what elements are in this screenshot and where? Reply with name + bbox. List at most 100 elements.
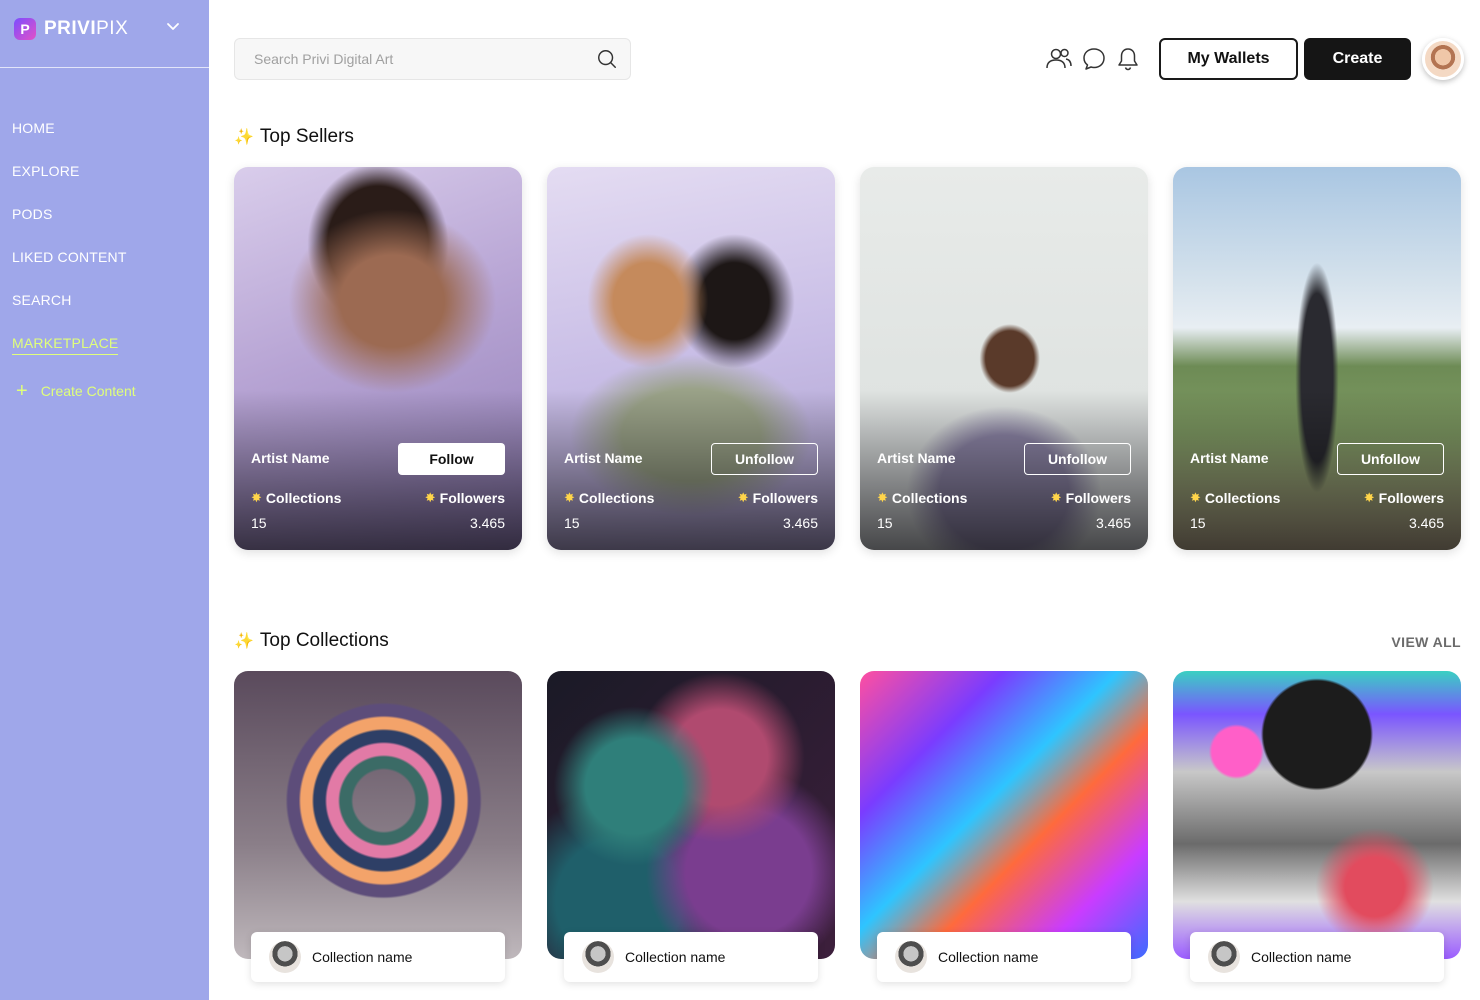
nav-item-search[interactable]: SEARCH [12,290,127,333]
collection-label[interactable]: Collection name [251,932,505,982]
artist-name[interactable]: Artist Name [564,450,643,466]
creator-avatar [1208,941,1240,973]
collections-label: ✸ Collections [877,490,967,506]
artist-name[interactable]: Artist Name [1190,450,1269,466]
seller-card[interactable]: Artist Name Unfollow ✸ Collections ✸ Follo… [860,167,1148,550]
creator-avatar [269,941,301,973]
star-icon: ✸ [251,490,262,505]
collections-label-text: Collections [1204,490,1281,506]
followers-label: ✸ Followers [738,490,818,506]
section-title-text: Top Sellers [259,126,354,147]
followers-count: 3.465 [782,515,818,531]
star-icon: ✸ [1363,490,1375,505]
collection-card-image[interactable] [547,671,835,959]
top-sellers-title: ✨ Top Sellers [234,126,354,148]
seller-card[interactable]: Artist Name Unfollow ✸ Collections ✸ Follo… [547,167,835,550]
collection-name: Collection name [1251,949,1352,965]
people-icon[interactable] [1045,46,1073,72]
search-bar [234,38,631,80]
collections-count: 15 [877,515,893,531]
followers-count: 3.465 [1095,515,1131,531]
seller-card[interactable]: Artist Name Unfollow ✸ Collections ✸ Follo… [1173,167,1461,550]
bell-icon[interactable] [1114,46,1142,72]
collections-label: ✸ Collections [564,490,654,506]
collections-label-text: Collections [265,490,342,506]
star-icon: ✸ [1050,490,1062,505]
sidebar: P PRIVIPIX HOME EXPLORE PODS LIKED CONTE… [0,0,209,1000]
followers-count: 3.465 [469,515,505,531]
brand-name-bold: PRIVI [44,18,97,39]
collections-count: 15 [251,515,267,531]
collection-card-image[interactable] [234,671,522,959]
collection-name: Collection name [625,949,726,965]
creator-avatar [895,941,927,973]
sparkle-icon: ✨ [234,633,254,650]
followers-label: ✸ Followers [1364,490,1444,506]
followers-label: ✸ Followers [425,490,505,506]
collection-name: Collection name [938,949,1039,965]
collection-label[interactable]: Collection name [877,932,1131,982]
collection-card-image[interactable] [860,671,1148,959]
collection-name: Collection name [312,949,413,965]
star-icon: ✸ [737,490,749,505]
sidebar-nav: HOME EXPLORE PODS LIKED CONTENT SEARCH M… [12,118,127,376]
collection-label[interactable]: Collection name [564,932,818,982]
nav-item-label: LIKED CONTENT [12,249,127,265]
followers-count: 3.465 [1408,515,1444,531]
creator-avatar [582,941,614,973]
app-root: P PRIVIPIX HOME EXPLORE PODS LIKED CONTE… [0,0,1480,1000]
sparkle-icon: ✨ [234,129,254,146]
collections-label-text: Collections [578,490,655,506]
nav-item-label: MARKETPLACE [12,335,119,355]
nav-item-liked-content[interactable]: LIKED CONTENT [12,247,127,290]
brand-logo-icon: P [14,18,36,40]
collections-label: ✸ Collections [251,490,341,506]
star-icon: ✸ [1190,490,1201,505]
follow-button[interactable]: Follow [398,443,505,475]
nav-item-home[interactable]: HOME [12,118,127,161]
collections-label: ✸ Collections [1190,490,1280,506]
nav-item-marketplace[interactable]: MARKETPLACE [12,333,127,376]
collections-count: 15 [564,515,580,531]
brand[interactable]: P PRIVIPIX [14,16,128,42]
artist-name[interactable]: Artist Name [877,450,956,466]
sidebar-divider [0,67,209,68]
nav-item-label: EXPLORE [12,163,80,179]
star-icon: ✸ [877,490,888,505]
collections-count: 15 [1190,515,1206,531]
collection-card-image[interactable] [1173,671,1461,959]
plus-icon: + [16,380,28,402]
create-button[interactable]: Create [1304,38,1411,80]
star-icon: ✸ [564,490,575,505]
star-icon: ✸ [424,490,436,505]
followers-label-text: Followers [439,490,505,506]
section-title-text: Top Collections [259,630,389,651]
nav-item-label: HOME [12,120,55,136]
nav-item-label: SEARCH [12,292,72,308]
nav-item-explore[interactable]: EXPLORE [12,161,127,204]
view-all-link[interactable]: VIEW ALL [1391,634,1461,650]
followers-label-text: Followers [752,490,818,506]
unfollow-button[interactable]: Unfollow [711,443,818,475]
unfollow-button[interactable]: Unfollow [1024,443,1131,475]
collection-label[interactable]: Collection name [1190,932,1444,982]
followers-label-text: Followers [1378,490,1444,506]
unfollow-button[interactable]: Unfollow [1337,443,1444,475]
user-avatar[interactable] [1422,38,1464,80]
followers-label: ✸ Followers [1051,490,1131,506]
top-collections-title: ✨ Top Collections [234,630,389,652]
create-content-link[interactable]: + Create Content [16,380,136,402]
artist-name[interactable]: Artist Name [251,450,330,466]
search-icon[interactable] [596,48,618,70]
chevron-down-icon[interactable] [165,18,181,34]
nav-item-pods[interactable]: PODS [12,204,127,247]
nav-item-label: PODS [12,206,53,222]
create-content-label: Create Content [40,383,136,399]
brand-name: PRIVIPIX [44,18,128,40]
followers-label-text: Followers [1065,490,1131,506]
seller-card[interactable]: Artist Name Follow ✸ Collections ✸ Followe… [234,167,522,550]
my-wallets-button[interactable]: My Wallets [1159,38,1298,80]
collections-label-text: Collections [891,490,968,506]
search-input[interactable] [235,39,585,79]
chat-icon[interactable] [1080,46,1108,72]
